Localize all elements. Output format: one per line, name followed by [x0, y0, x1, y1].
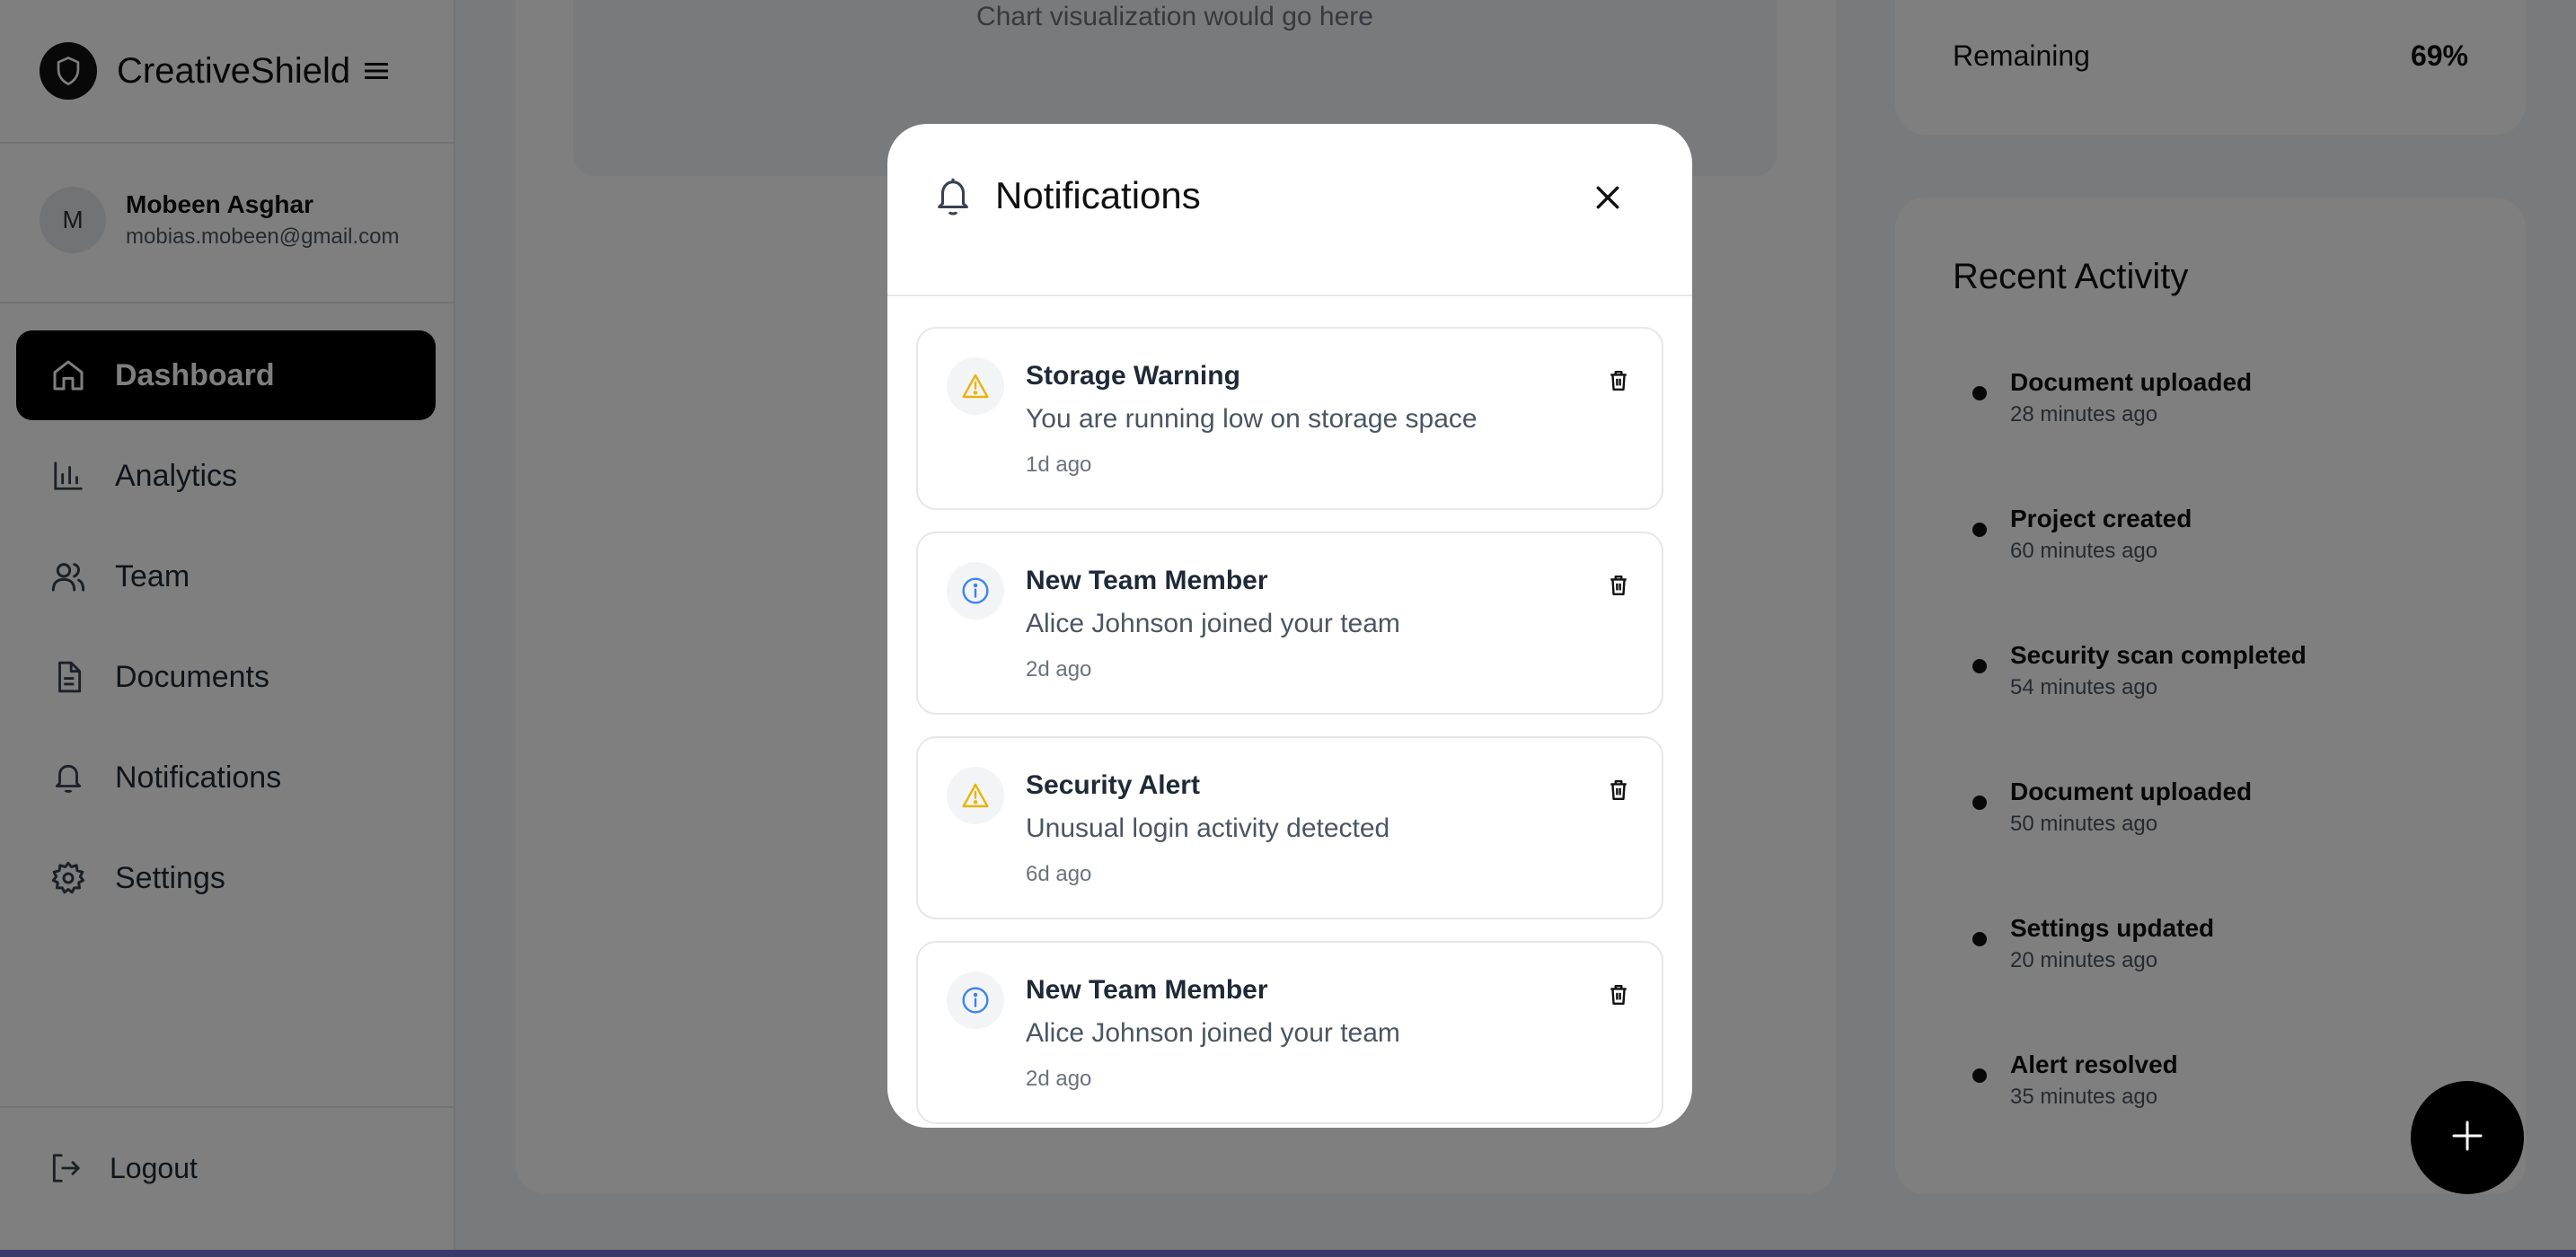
notification-time: 1d ago	[1026, 453, 1092, 477]
trash-icon[interactable]	[1602, 365, 1635, 397]
notification-message: Unusual login activity detected	[1026, 813, 1390, 843]
notification-item[interactable]: New Team Member Alice Johnson joined you…	[916, 941, 1663, 1124]
notification-title: Storage Warning	[1026, 361, 1240, 391]
plus-icon	[2449, 1118, 2485, 1158]
modal-title: Notifications	[995, 174, 1201, 216]
trash-icon[interactable]	[1602, 774, 1635, 806]
trash-icon[interactable]	[1602, 569, 1635, 602]
notification-title: Security Alert	[1026, 770, 1200, 800]
notification-item[interactable]: Storage Warning You are running low on s…	[916, 327, 1663, 510]
warning-icon	[947, 767, 1004, 824]
trash-icon[interactable]	[1602, 979, 1635, 1011]
bell-icon	[932, 174, 974, 224]
notification-item[interactable]: Security Alert Unusual login activity de…	[916, 736, 1663, 919]
notification-time: 2d ago	[1026, 1067, 1092, 1091]
add-button[interactable]	[2411, 1081, 2524, 1194]
modal-header: Notifications	[887, 124, 1692, 296]
notification-time: 6d ago	[1026, 862, 1092, 886]
notification-time: 2d ago	[1026, 657, 1092, 681]
warning-icon	[947, 357, 1004, 415]
app-window: CreativeShield M Mobeen Asghar mobias.mo…	[0, 0, 2576, 1250]
notification-message: Alice Johnson joined your team	[1026, 1018, 1400, 1048]
info-icon	[947, 562, 1004, 620]
info-icon	[947, 971, 1004, 1029]
notifications-modal: Notifications Storage Warning You are ru…	[887, 124, 1692, 1128]
notification-title: New Team Member	[1026, 975, 1268, 1005]
notification-message: You are running low on storage space	[1026, 404, 1478, 434]
notification-item[interactable]: New Team Member Alice Johnson joined you…	[916, 532, 1663, 715]
notification-message: Alice Johnson joined your team	[1026, 609, 1400, 638]
notification-title: New Team Member	[1026, 566, 1268, 595]
close-icon[interactable]	[1588, 178, 1628, 217]
